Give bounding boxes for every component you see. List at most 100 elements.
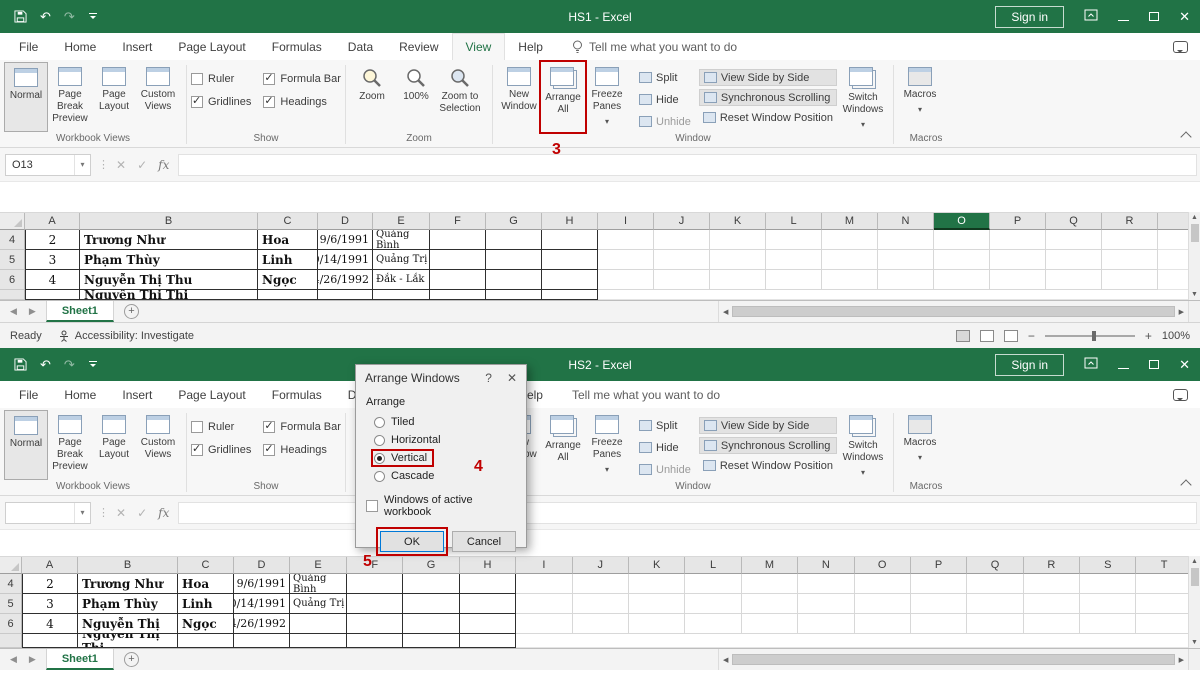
cell[interactable]: 9/6/1991: [234, 574, 290, 594]
minimize-button[interactable]: [1118, 361, 1129, 369]
new-sheet-icon[interactable]: [124, 652, 139, 667]
zoom-level[interactable]: 100%: [1162, 330, 1190, 342]
vertical-scroll-thumb[interactable]: [1191, 568, 1199, 586]
freeze-panes-button[interactable]: Freeze Panes: [585, 410, 629, 480]
zoom-slider-thumb[interactable]: [1092, 331, 1096, 341]
column-header[interactable]: I: [598, 213, 654, 230]
switch-windows-button[interactable]: Switch Windows: [837, 62, 889, 132]
cell[interactable]: [629, 574, 685, 594]
tab-formulas[interactable]: Formulas: [259, 33, 335, 60]
custom-views-button[interactable]: Custom Views: [136, 410, 180, 480]
cell[interactable]: [460, 574, 516, 594]
tab-help[interactable]: Help: [505, 33, 556, 60]
tab-home[interactable]: Home: [51, 33, 109, 60]
column-header[interactable]: Q: [1046, 213, 1102, 230]
name-box[interactable]: O13: [5, 154, 91, 176]
cell[interactable]: [430, 290, 486, 300]
zoom-100-button[interactable]: 100%: [394, 62, 438, 132]
cell[interactable]: [685, 574, 741, 594]
cell[interactable]: [990, 230, 1046, 250]
save-icon[interactable]: [14, 358, 27, 371]
cell[interactable]: Nguyễn Thị: [78, 614, 178, 634]
row-header[interactable]: 5: [0, 594, 22, 614]
cell[interactable]: [798, 594, 854, 614]
sheet-next-icon[interactable]: ▶: [29, 306, 36, 317]
cell[interactable]: [258, 290, 318, 300]
cell[interactable]: [685, 594, 741, 614]
insert-function-icon[interactable]: fx: [158, 158, 169, 172]
name-box[interactable]: [5, 502, 91, 524]
cell[interactable]: [486, 270, 542, 290]
cell[interactable]: [742, 614, 798, 634]
reset-window-position-button[interactable]: Reset Window Position: [699, 457, 837, 474]
scroll-right-icon[interactable]: ▶: [1179, 308, 1184, 316]
column-header[interactable]: E: [373, 213, 430, 230]
formula-input[interactable]: [178, 154, 1197, 176]
save-icon[interactable]: [14, 10, 27, 23]
accessibility-status[interactable]: Accessibility: Investigate: [58, 330, 194, 342]
cell[interactable]: [855, 614, 911, 634]
cell[interactable]: 10/14/1991: [318, 250, 373, 270]
column-header[interactable]: F: [347, 557, 403, 574]
sheet-next-icon[interactable]: ▶: [29, 654, 36, 665]
cell[interactable]: [822, 250, 878, 270]
maximize-button[interactable]: [1149, 12, 1159, 21]
column-header[interactable]: G: [403, 557, 459, 574]
cell[interactable]: 3: [22, 594, 78, 614]
column-header[interactable]: C: [178, 557, 234, 574]
split-button[interactable]: Split: [635, 69, 695, 86]
scroll-left-icon[interactable]: ◀: [723, 656, 728, 664]
cell[interactable]: [573, 614, 629, 634]
cell[interactable]: [855, 594, 911, 614]
page-break-preview-button[interactable]: Page Break Preview: [48, 62, 92, 132]
column-header[interactable]: R: [1024, 557, 1080, 574]
cell[interactable]: 3: [25, 250, 80, 270]
cell[interactable]: [742, 574, 798, 594]
cell[interactable]: [878, 230, 934, 250]
ruler-checkbox[interactable]: Ruler: [191, 73, 251, 85]
cell[interactable]: [934, 230, 990, 250]
close-button[interactable]: ✕: [1179, 10, 1190, 23]
column-header[interactable]: H: [460, 557, 516, 574]
cell[interactable]: [1136, 614, 1192, 634]
column-header[interactable]: A: [25, 213, 80, 230]
column-header[interactable]: D: [318, 213, 373, 230]
column-header[interactable]: P: [990, 213, 1046, 230]
cell[interactable]: 4/26/1992: [318, 270, 373, 290]
name-box-arrow-icon[interactable]: [74, 503, 90, 523]
tab-review[interactable]: Review: [386, 33, 451, 60]
cell[interactable]: [934, 270, 990, 290]
column-header[interactable]: B: [80, 213, 258, 230]
tab-formulas[interactable]: Formulas: [259, 381, 335, 408]
cell[interactable]: [516, 614, 572, 634]
cell[interactable]: 2: [22, 574, 78, 594]
normal-view-button[interactable]: Normal: [4, 62, 48, 132]
column-header[interactable]: J: [654, 213, 710, 230]
cell[interactable]: [990, 250, 1046, 270]
cell[interactable]: [911, 574, 967, 594]
cell[interactable]: [373, 290, 430, 300]
comment-icon[interactable]: [1173, 389, 1188, 401]
cell[interactable]: Trương Như: [80, 230, 258, 250]
cell[interactable]: [1102, 270, 1158, 290]
close-button[interactable]: ✕: [1179, 358, 1190, 371]
column-header[interactable]: C: [258, 213, 318, 230]
new-sheet-icon[interactable]: [124, 304, 139, 319]
normal-view-button[interactable]: Normal: [4, 410, 48, 480]
column-header[interactable]: Q: [967, 557, 1023, 574]
cell[interactable]: [430, 270, 486, 290]
undo-icon[interactable]: ↶: [40, 358, 51, 371]
cell[interactable]: Trương Như: [78, 574, 178, 594]
ribbon-display-options-icon[interactable]: [1084, 356, 1098, 374]
tab-page-layout[interactable]: Page Layout: [165, 33, 258, 60]
column-header[interactable]: P: [911, 557, 967, 574]
column-header[interactable]: R: [1102, 213, 1158, 230]
cell[interactable]: [967, 574, 1023, 594]
macros-button[interactable]: Macros: [898, 62, 942, 132]
cell[interactable]: [542, 230, 598, 250]
column-header[interactable]: H: [542, 213, 598, 230]
undo-icon[interactable]: ↶: [40, 10, 51, 23]
cell[interactable]: [403, 594, 459, 614]
cell[interactable]: [1136, 594, 1192, 614]
cell[interactable]: Quảng Bình: [373, 230, 430, 250]
